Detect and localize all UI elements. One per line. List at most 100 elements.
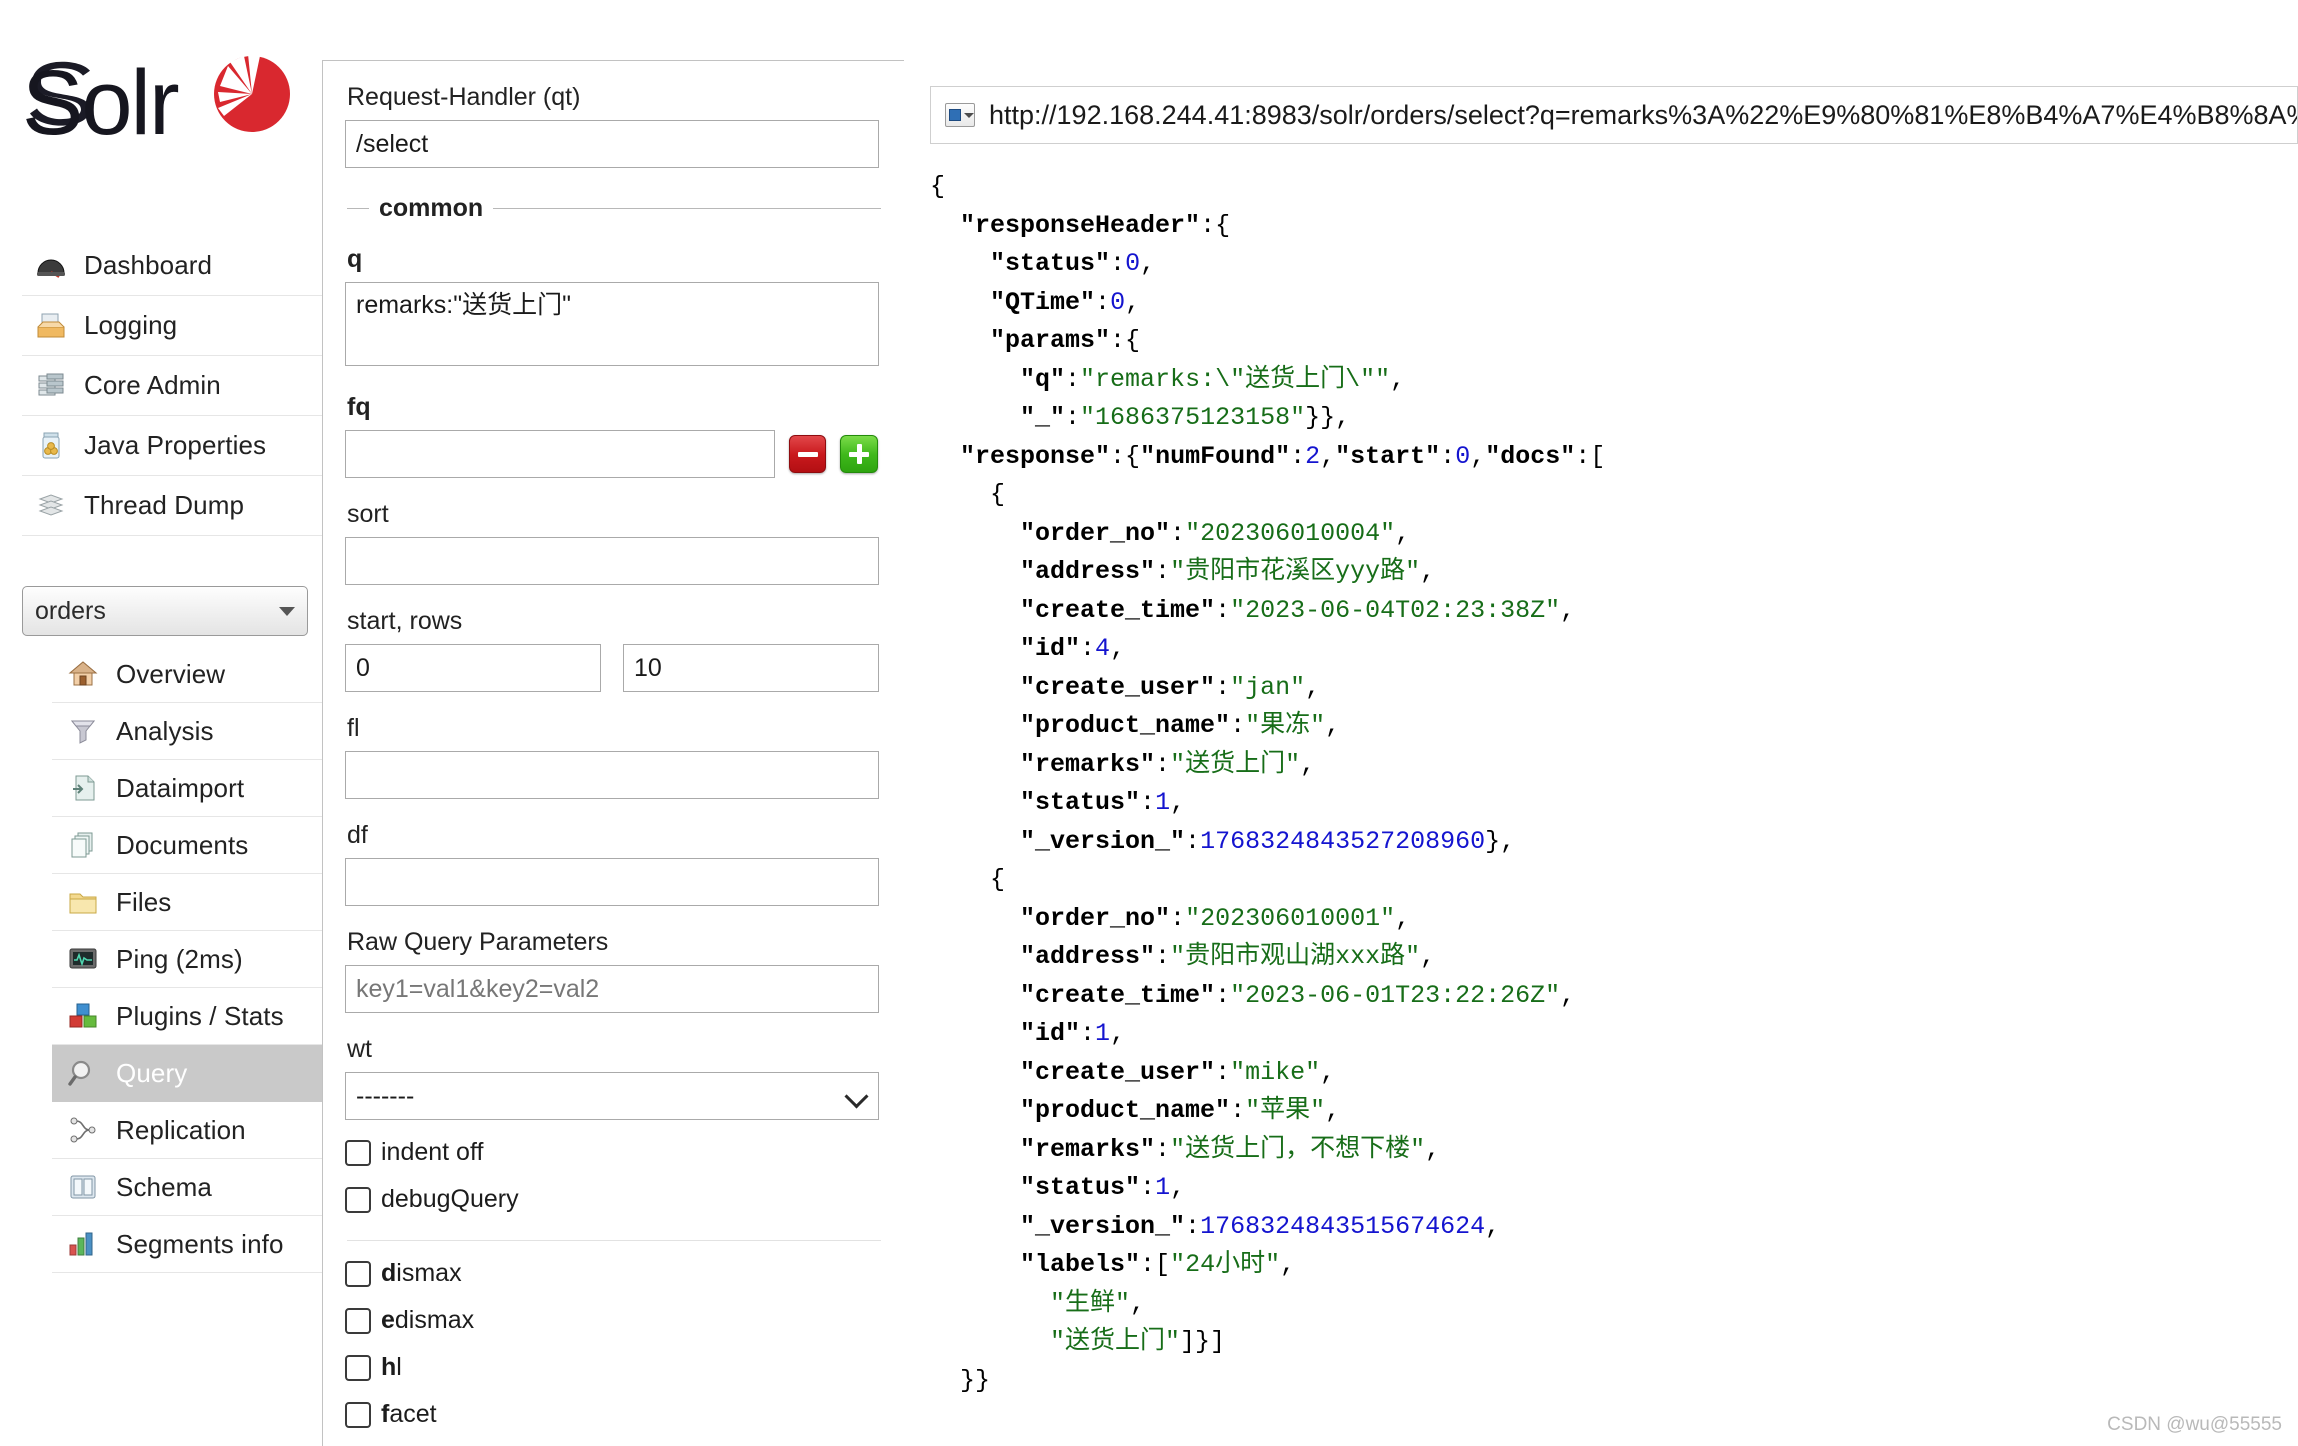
- sidebar-item-overview[interactable]: Overview: [52, 646, 322, 703]
- json-line: }}: [930, 1365, 991, 1395]
- sort-label: sort: [347, 500, 389, 528]
- documents-pages-icon: [68, 830, 98, 860]
- sidebar-item-query[interactable]: Query: [52, 1045, 322, 1102]
- start-input[interactable]: [345, 644, 601, 692]
- sidebar-item-schema[interactable]: Schema: [52, 1159, 322, 1216]
- json-line: "create_time":"2023-06-04T02:23:38Z",: [1020, 595, 1576, 625]
- json-line: "product_name":"苹果",: [1020, 1096, 1341, 1125]
- request-handler-input[interactable]: [345, 120, 879, 168]
- plugins-blocks-icon: [66, 999, 100, 1033]
- sidebar-item-dashboard[interactable]: Dashboard: [22, 236, 322, 296]
- option-indent-off-checkbox[interactable]: [345, 1139, 371, 1166]
- q-label: q: [347, 245, 363, 273]
- svg-text:Solr: Solr: [22, 52, 179, 154]
- sidebar-item-label: Ping (2ms): [116, 943, 243, 974]
- common-section-title: common: [379, 194, 484, 222]
- parser-facet-checkbox[interactable]: [345, 1401, 371, 1428]
- json-line: {: [930, 172, 946, 201]
- parser-facet-label: facet: [381, 1400, 437, 1428]
- solr-logo[interactable]: Solr: [22, 46, 302, 166]
- sidebar-item-label: Schema: [116, 1171, 212, 1202]
- json-line: "送货上门"]}]: [1050, 1327, 1226, 1356]
- parser-dismax-checkbox[interactable]: [345, 1260, 371, 1287]
- sidebar-item-label: Analysis: [116, 715, 214, 746]
- json-line: "remarks":"送货上门",: [1020, 749, 1316, 779]
- json-line: "remarks":"送货上门，不想下楼",: [1020, 1134, 1441, 1164]
- raw-query-input[interactable]: [345, 965, 879, 1013]
- json-line: "status":1,: [1020, 1173, 1186, 1202]
- core-selector[interactable]: orders: [22, 586, 308, 636]
- json-line: "status":0,: [990, 249, 1156, 278]
- json-line: "order_no":"202306010001",: [1020, 903, 1411, 933]
- raw-query-label: Raw Query Parameters: [347, 928, 609, 956]
- ping-monitor-icon: [68, 944, 98, 974]
- sidebar-item-ping-2ms[interactable]: Ping (2ms): [52, 931, 322, 988]
- overview-house-icon: [66, 657, 100, 691]
- json-line: {: [930, 480, 1006, 509]
- core-selector-value: orders: [35, 596, 106, 625]
- java-properties-jar-icon: [34, 429, 68, 463]
- sidebar-item-label: Overview: [116, 658, 226, 689]
- json-line: "q":"remarks:\"送货上门\"",: [1020, 364, 1406, 394]
- page-dropdown-icon: [945, 103, 975, 127]
- sidebar-item-analysis[interactable]: Analysis: [52, 703, 322, 760]
- parser-edismax-label: edismax: [381, 1306, 475, 1334]
- option-indent-off[interactable]: indent off: [345, 1138, 878, 1167]
- sidebar-item-documents[interactable]: Documents: [52, 817, 322, 874]
- sidebar-item-segments-info[interactable]: Segments info: [52, 1216, 322, 1273]
- sidebar-item-plugins-stats[interactable]: Plugins / Stats: [52, 988, 322, 1045]
- files-folder-icon: [68, 887, 98, 917]
- fq-row: [345, 430, 878, 478]
- sidebar-item-dataimport[interactable]: Dataimport: [52, 760, 322, 817]
- parser-facet[interactable]: facet: [345, 1400, 878, 1429]
- sidebar-item-core-admin[interactable]: Core Admin: [22, 356, 322, 416]
- sidebar-item-label: Files: [116, 886, 172, 917]
- remove-fq-button[interactable]: [788, 435, 827, 473]
- watermark-text: CSDN @wu@55555: [2107, 1414, 2282, 1435]
- plugins-blocks-icon: [68, 1001, 98, 1031]
- sidebar-top-nav: Dashboard Logging Core Admin Java Propertie…: [22, 236, 322, 536]
- json-line: "create_user":"mike",: [1020, 1057, 1336, 1087]
- sort-input[interactable]: [345, 537, 879, 585]
- java-properties-jar-icon: [36, 431, 66, 461]
- wt-label: wt: [347, 1035, 372, 1063]
- parser-edismax-checkbox[interactable]: [345, 1307, 371, 1334]
- fl-input[interactable]: [345, 751, 879, 799]
- df-input[interactable]: [345, 858, 879, 906]
- sidebar-item-java-properties[interactable]: Java Properties: [22, 416, 322, 476]
- parser-edismax[interactable]: edismax: [345, 1306, 878, 1335]
- solr-logo-svg: Solr: [22, 52, 290, 154]
- json-line: {: [930, 865, 1006, 894]
- sidebar-item-logging[interactable]: Logging: [22, 296, 322, 356]
- json-line: "_":"1686375123158"}},: [1020, 403, 1351, 432]
- wt-select[interactable]: -------jsonxmlpythonrubyphpcsv: [345, 1072, 879, 1120]
- rows-input[interactable]: [623, 644, 879, 692]
- logging-tray-icon: [36, 311, 66, 341]
- files-folder-icon: [66, 885, 100, 919]
- sidebar-item-label: Core Admin: [84, 370, 221, 400]
- sidebar-item-thread-dump[interactable]: Thread Dump: [22, 476, 322, 536]
- parser-hl[interactable]: hl: [345, 1353, 878, 1382]
- sidebar-item-files[interactable]: Files: [52, 874, 322, 931]
- json-line: "create_time":"2023-06-01T23:22:26Z",: [1020, 980, 1576, 1010]
- json-line: "address":"贵阳市观山湖xxx路",: [1020, 942, 1436, 971]
- option-debugquery-checkbox[interactable]: [345, 1186, 371, 1213]
- sidebar-item-label: Java Properties: [84, 430, 267, 460]
- schema-book-icon: [66, 1170, 100, 1204]
- overview-house-icon: [68, 659, 98, 689]
- wt-select-wrap: -------jsonxmlpythonrubyphpcsv: [345, 1072, 879, 1120]
- fq-label: fq: [347, 393, 371, 421]
- sidebar-core-nav: Overview Analysis Dataimport Documents Files…: [52, 646, 322, 1273]
- sidebar: Solr Dashboard Logging Core Admin Java Prop…: [0, 0, 322, 1446]
- parser-hl-checkbox[interactable]: [345, 1354, 371, 1381]
- fq-input[interactable]: [345, 430, 775, 478]
- q-input[interactable]: [345, 282, 879, 366]
- add-fq-button[interactable]: [840, 435, 878, 473]
- json-line: "product_name":"果冻",: [1020, 711, 1341, 740]
- parser-dismax[interactable]: dismax: [345, 1259, 878, 1288]
- sidebar-item-replication[interactable]: Replication: [52, 1102, 322, 1159]
- option-debugquery[interactable]: debugQuery: [345, 1185, 878, 1214]
- solr-admin-page: Solr Dashboard Logging Core Admin Java Prop…: [0, 0, 2298, 1446]
- result-url-bar[interactable]: http://192.168.244.41:8983/solr/orders/s…: [930, 86, 2298, 144]
- sidebar-item-label: Documents: [116, 829, 249, 860]
